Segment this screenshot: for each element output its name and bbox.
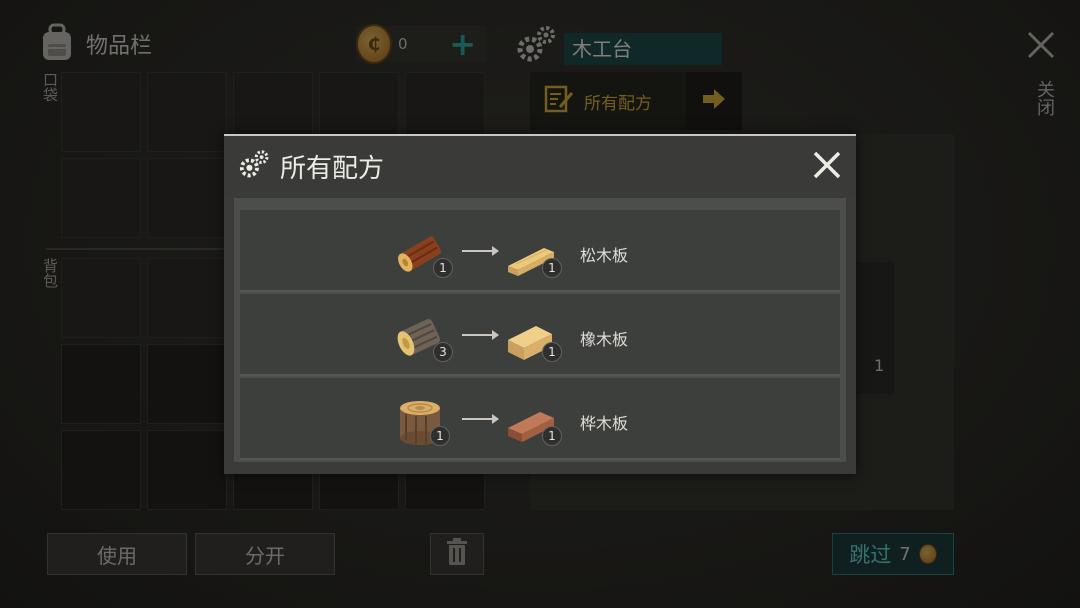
- dialog-header: 所有配方: [224, 136, 856, 196]
- product-count-badge: 1: [542, 426, 562, 446]
- arrow-right-icon: [462, 246, 499, 256]
- all-recipes-dialog: 所有配方 1 1 松木板 3 1 橡木板 1 1 桦木板: [224, 134, 856, 474]
- recipe-name: 桦木板: [580, 414, 629, 433]
- gears-icon: [238, 148, 270, 184]
- product-count-badge: 1: [542, 258, 562, 278]
- arrow-right-icon: [462, 414, 499, 424]
- recipe-name: 松木板: [580, 246, 629, 265]
- recipe-name: 橡木板: [580, 330, 629, 349]
- recipe-list: 1 1 松木板 3 1 橡木板 1 1 桦木板: [234, 198, 846, 462]
- dialog-close-button[interactable]: [812, 150, 842, 184]
- recipe-row[interactable]: 1 1 桦木板: [240, 378, 840, 460]
- recipe-row[interactable]: 1 1 松木板: [240, 210, 840, 292]
- arrow-right-icon: [462, 330, 499, 340]
- dialog-title: 所有配方: [280, 153, 385, 184]
- ingredient-count-badge: 1: [430, 426, 450, 446]
- ingredient-count-badge: 1: [433, 258, 453, 278]
- product-count-badge: 1: [542, 342, 562, 362]
- recipe-row[interactable]: 3 1 橡木板: [240, 294, 840, 376]
- ingredient-count-badge: 3: [433, 342, 453, 362]
